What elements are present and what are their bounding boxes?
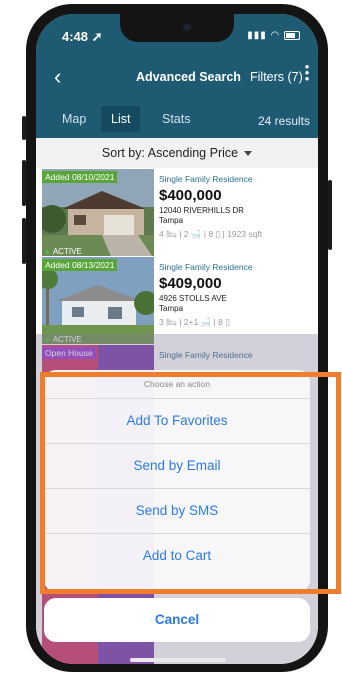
home-indicator — [130, 658, 226, 662]
listing-added-tag: Added 08/10/2021 — [42, 171, 118, 183]
highlight-box — [40, 372, 341, 594]
chevron-left-icon: ‹ — [54, 64, 62, 89]
notch — [120, 14, 234, 42]
volume-up-button — [22, 160, 26, 206]
property-type: Single Family Residence — [159, 262, 253, 272]
status-badge: ACTIVE — [45, 247, 82, 256]
listing-added-tag: Added 08/13/2021 — [42, 259, 118, 271]
listing-address: 4926 STOLLS AVE — [159, 294, 227, 303]
listing-info: Single Family Residence $409,000 4926 ST… — [159, 262, 316, 328]
battery-icon — [284, 30, 300, 40]
listing-price: $409,000 — [159, 275, 222, 292]
listing-city: Tampa — [159, 304, 184, 313]
signal-icon: ▮▮▮ — [247, 30, 267, 41]
cancel-button[interactable]: Cancel — [44, 598, 310, 642]
camera-icon — [183, 23, 191, 31]
results-count: 24 results — [257, 114, 310, 128]
tab-list[interactable]: List — [101, 106, 141, 132]
property-type: Single Family Residence — [159, 174, 253, 184]
sort-label: Sort by: Ascending Price — [101, 146, 239, 160]
listing-price: $400,000 — [159, 187, 222, 204]
listing-photo: Added 08/10/2021 ACTIVE — [42, 169, 154, 259]
listing-features: 3 🛏 | 2+1 🛁 | 8 ▯ — [159, 317, 230, 327]
tab-stats[interactable]: Stats — [162, 112, 191, 126]
mute-switch — [22, 116, 26, 140]
kebab-menu-icon: ● ● ● — [304, 62, 310, 83]
sort-selector[interactable]: Sort by: Ascending Price — [36, 138, 318, 168]
listing-card[interactable]: Added 08/10/2021 ACTIVE Single Family Re… — [36, 168, 318, 261]
volume-down-button — [22, 218, 26, 264]
back-button[interactable]: ‹ — [54, 66, 61, 88]
listing-city: Tampa — [159, 216, 184, 225]
time-text: 4:48 — [62, 29, 89, 44]
view-tabs: Map List Stats 24 results — [36, 104, 318, 138]
more-button[interactable]: ● ● ● — [304, 62, 310, 83]
caret-down-icon — [244, 151, 253, 157]
listing-features: 4 🛏 | 2 🛁 | 8 ▯ | 1923 sqft — [159, 229, 263, 239]
filters-button[interactable]: Filters (7) — [250, 70, 303, 84]
status-time: 4:48 ➚ — [62, 29, 103, 44]
tab-map[interactable]: Map — [62, 112, 86, 126]
listing-address: 12040 RIVERHILLS DR — [159, 206, 244, 215]
page-title: Advanced Search — [136, 70, 241, 84]
listing-info: Single Family Residence $400,000 12040 R… — [159, 174, 316, 240]
power-button — [328, 180, 332, 250]
wifi-icon: ◠ — [270, 30, 281, 41]
status-icons: ▮▮▮ ◠ — [247, 30, 300, 41]
